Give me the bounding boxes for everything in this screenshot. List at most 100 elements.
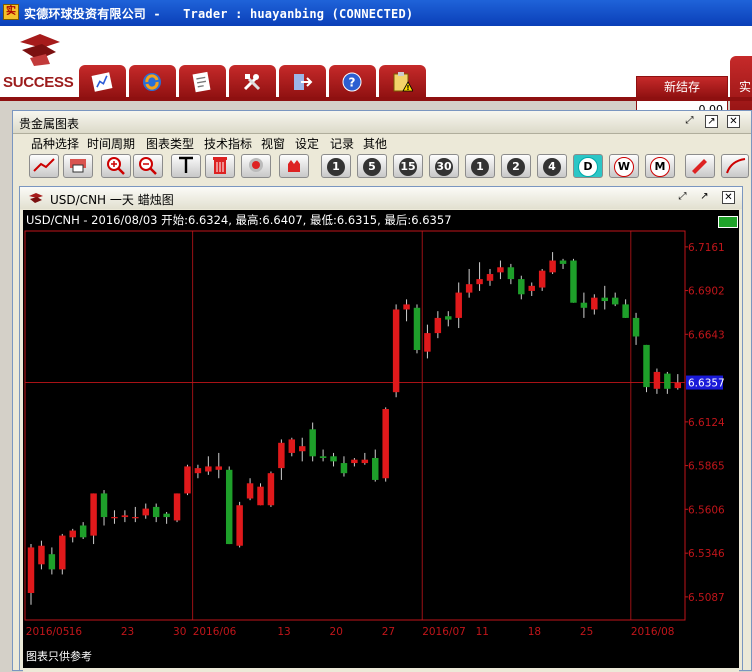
refresh-button[interactable]	[129, 65, 176, 99]
candle-body	[465, 284, 473, 293]
header-divider	[0, 97, 752, 101]
candle-body	[163, 513, 170, 518]
candle-body	[403, 304, 410, 310]
orders-button[interactable]	[179, 65, 226, 99]
candle-body	[288, 439, 296, 453]
candle-body	[497, 267, 504, 273]
candle-body	[382, 409, 389, 479]
menu-chart-type[interactable]: 图表类型	[146, 135, 194, 152]
candle-body	[194, 468, 202, 474]
chart-restore-icon[interactable]: ⤢	[676, 191, 689, 204]
close-icon[interactable]: ✕	[727, 115, 740, 128]
alert-button[interactable]: !	[379, 65, 426, 99]
window-titlebar: 实 实德环球投资有限公司 - Trader : huayanbing (CONN…	[0, 0, 752, 26]
help-button[interactable]: ?	[329, 65, 376, 99]
chart-maximize-icon[interactable]: ↗	[698, 191, 711, 204]
horizontal-scrollbar[interactable]	[23, 668, 739, 672]
candle-body	[330, 456, 337, 462]
pen-icon	[692, 159, 707, 174]
candle-body	[570, 260, 577, 303]
zoom-in-icon	[107, 157, 125, 175]
zoom-out-icon	[139, 157, 157, 175]
curve-tool-button[interactable]	[721, 154, 749, 178]
period-day-button[interactable]: D	[573, 154, 603, 178]
x-tick-label: 23	[121, 626, 134, 638]
chart-canvas: 6.7161 6.6902 6.6643 6.6357 6.6124 6.5865 6.56…	[24, 230, 725, 638]
candle-body	[361, 459, 369, 464]
delete-button[interactable]	[205, 154, 235, 178]
period-month-button[interactable]: M	[645, 154, 675, 178]
candle-body	[549, 260, 556, 273]
print-button[interactable]	[63, 154, 93, 178]
line-chart-button[interactable]	[29, 154, 59, 178]
chart-close-icon[interactable]: ✕	[722, 191, 735, 204]
x-tick-label: 18	[528, 626, 541, 638]
candle-body	[611, 297, 619, 305]
refresh-icon	[143, 73, 161, 91]
hand-icon	[288, 160, 300, 172]
period-2h-button[interactable]: 2	[501, 154, 531, 178]
legend-swatch	[718, 216, 738, 228]
candle-body	[100, 493, 108, 518]
gold-window-title: 贵金属图表	[19, 117, 80, 131]
logo-text: SUCCESS	[3, 74, 74, 91]
text-tool-button[interactable]	[171, 154, 201, 178]
gold-chart-window: 贵金属图表 ⤢ ↗ ✕ 品种选择 时间周期 图表类型 技术指标 视窗 设定 记录…	[12, 110, 752, 672]
candlestick-chart[interactable]: 6.7161 6.6902 6.6643 6.6357 6.6124 6.5865 6.56…	[23, 210, 739, 668]
tools-button[interactable]	[229, 65, 276, 99]
candle-body	[340, 463, 348, 474]
candle-body	[38, 545, 45, 565]
menu-indicators[interactable]: 技术指标	[204, 135, 252, 152]
y-tick-label: 6.5606	[688, 504, 725, 516]
chart-tool-button[interactable]	[79, 65, 126, 99]
period-1h-button[interactable]: 1	[465, 154, 495, 178]
x-tick-label: 2016/06	[193, 626, 237, 638]
maximize-icon[interactable]: ↗	[705, 115, 718, 128]
menu-other[interactable]: 其他	[363, 135, 387, 152]
pen-tool-button[interactable]	[685, 154, 715, 178]
period-30m-button[interactable]: 30	[429, 154, 459, 178]
trash-icon	[213, 157, 227, 174]
hand-tool-button[interactable]	[279, 154, 309, 178]
x-tick-label: 2016/07	[422, 626, 466, 638]
candle-body	[653, 371, 661, 389]
record-icon	[249, 158, 263, 172]
menu-records[interactable]: 记录	[330, 135, 354, 152]
period-4h-button[interactable]: 4	[537, 154, 567, 178]
candle-body	[643, 344, 650, 388]
period-15m-button[interactable]: 15	[393, 154, 423, 178]
record-button[interactable]	[241, 154, 271, 178]
text-tool-icon	[179, 156, 193, 173]
line-chart-icon	[33, 158, 55, 172]
y-tick-label: 6.6902	[688, 286, 725, 298]
restore-icon[interactable]: ⤢	[683, 115, 696, 128]
ohlc-info: USD/CNH - 2016/08/03 开始:6.6324, 最高:6.640…	[26, 213, 452, 227]
period-1m-button[interactable]: 1	[321, 154, 351, 178]
y-tick-label: 6.5346	[688, 548, 725, 560]
menu-window[interactable]: 视窗	[261, 135, 285, 152]
candle-body	[372, 457, 379, 480]
chart-subwindow: USD/CNH 一天 蜡烛图 ⤢ ↗ ✕ 6.7161 6.6902 6.6643 6…	[19, 186, 743, 672]
plot-border	[24, 230, 686, 621]
menu-symbol[interactable]: 品种选择	[31, 135, 79, 152]
candle-body	[111, 517, 118, 519]
zoom-out-button[interactable]	[133, 154, 163, 178]
success-mini-logo-icon	[29, 193, 43, 203]
candle-body	[507, 267, 515, 280]
period-week-label: W	[614, 157, 634, 177]
period-2h-label: 2	[507, 158, 525, 176]
period-5m-button[interactable]: 5	[357, 154, 387, 178]
orders-icon	[192, 71, 211, 93]
candle-body	[298, 446, 306, 452]
period-week-button[interactable]: W	[609, 154, 639, 178]
logout-button[interactable]	[279, 65, 326, 99]
candle-body	[215, 466, 223, 470]
period-1m-label: 1	[327, 158, 345, 176]
candle-body	[424, 333, 431, 352]
candle-body	[580, 302, 588, 308]
menu-period[interactable]: 时间周期	[87, 135, 135, 152]
zoom-in-button[interactable]	[101, 154, 131, 178]
candle-body	[351, 459, 358, 464]
period-day-label: D	[578, 157, 598, 177]
menu-settings[interactable]: 设定	[295, 135, 319, 152]
